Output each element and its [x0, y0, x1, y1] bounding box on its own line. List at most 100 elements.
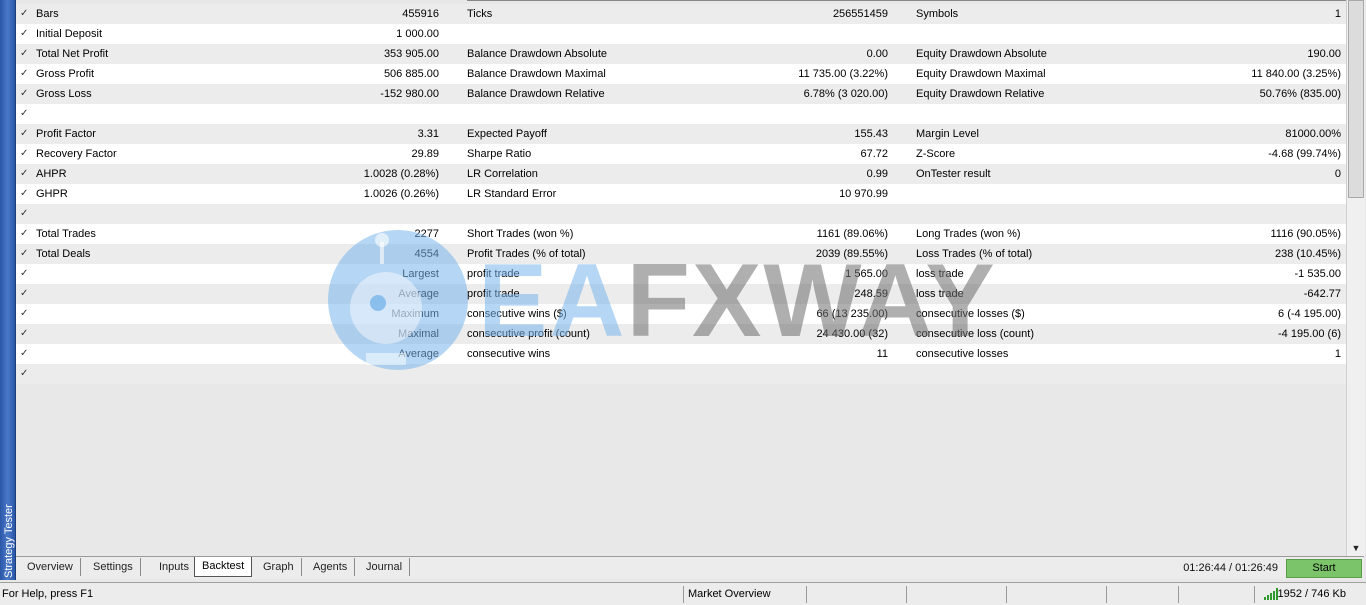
check-icon[interactable]: ✓ [20, 204, 32, 224]
metric-value-1: 2277 [414, 228, 439, 240]
metric-value-2 [716, 104, 888, 124]
metric-value-1: 29.89 [411, 148, 439, 160]
table-row: ✓ [16, 104, 1346, 124]
metric-label-1: Recovery Factor [36, 148, 117, 160]
metric-value-1: 353 905.00 [383, 48, 439, 60]
metric-value-3 [1116, 24, 1341, 44]
metric-value-1: -152 980.00 [380, 88, 439, 100]
elapsed-time: 01:26:44 / 01:26:49 [1183, 562, 1278, 574]
table-row: ✓ Profit Factor 3.31 Expected Payoff 155.43 M… [16, 124, 1346, 144]
metric-value-2: 66 (13 235.00) [816, 308, 888, 320]
metric-value-2: 11 735.00 (3.22%) [798, 68, 888, 80]
metric-label-1 [36, 104, 196, 124]
check-icon[interactable]: ✓ [20, 244, 32, 264]
metric-label-2: Expected Payoff [467, 128, 547, 140]
tab-settings[interactable]: Settings [86, 558, 141, 576]
table-row: ✓ Bars 455916 Ticks 256551459 Symbols 1 [16, 4, 1346, 24]
metric-label-1: Total Deals [36, 248, 91, 260]
signal-bars-icon [1264, 588, 1278, 600]
table-row: ✓ Maximum consecutive wins ($) 66 (13 235.0… [16, 304, 1346, 324]
metric-value-2: 1 565.00 [845, 268, 888, 280]
check-icon[interactable]: ✓ [20, 284, 32, 304]
metric-label-2: LR Correlation [467, 168, 538, 180]
tab-journal[interactable]: Journal [359, 558, 411, 576]
check-icon[interactable]: ✓ [20, 224, 32, 244]
metric-value-2: 0.99 [866, 168, 888, 180]
table-row: ✓ Average profit trade 248.59 loss trade -642… [16, 284, 1346, 304]
check-icon[interactable]: ✓ [20, 184, 32, 204]
metric-label-1 [36, 364, 196, 384]
status-divider [1254, 586, 1255, 603]
metric-value-1: 4554 [414, 248, 439, 260]
metric-value-1: 1.0028 (0.28%) [363, 168, 439, 180]
metric-label-1: Gross Profit [36, 68, 95, 80]
tab-overview[interactable]: Overview [20, 558, 81, 576]
metric-label-1 [36, 204, 196, 224]
check-icon[interactable]: ✓ [20, 64, 32, 84]
check-icon[interactable]: ✓ [20, 164, 32, 184]
status-divider [1106, 586, 1107, 603]
market-overview-status[interactable]: Market Overview [688, 583, 771, 605]
table-row: ✓ Maximal consecutive profit (count) 24 430… [16, 324, 1346, 344]
table-row: ✓ [16, 364, 1346, 384]
metric-value-1: Maximum [391, 308, 439, 320]
vertical-scrollbar[interactable]: ▼ [1346, 0, 1365, 556]
metric-label-1: Bars [36, 8, 59, 20]
metric-label-2 [467, 104, 717, 124]
metric-value-2: 1161 (89.06%) [816, 228, 888, 240]
check-icon[interactable]: ✓ [20, 24, 32, 44]
metric-label-2: LR Standard Error [467, 188, 557, 200]
check-icon[interactable]: ✓ [20, 344, 32, 364]
scrollbar-thumb[interactable] [1348, 0, 1364, 198]
check-icon[interactable]: ✓ [20, 84, 32, 104]
check-icon[interactable]: ✓ [20, 144, 32, 164]
metric-value-2 [716, 364, 888, 384]
metric-value-1: Largest [402, 268, 439, 280]
table-row: ✓ Initial Deposit 1 000.00 [16, 24, 1346, 44]
metric-value-2: 2039 (89.55%) [815, 248, 888, 260]
metric-value-2: 6.78% (3 020.00) [803, 88, 888, 100]
metric-label-2 [467, 24, 717, 44]
table-row: ✓ Total Deals 4554 Profit Trades (% of tota… [16, 244, 1346, 264]
metric-label-2 [467, 204, 717, 224]
metric-value-1: 1 000.00 [396, 28, 439, 40]
check-icon[interactable]: ✓ [20, 324, 32, 344]
metric-label-2: Balance Drawdown Absolute [467, 48, 608, 60]
backtest-report: ✓ Bars 455916 Ticks 256551459 Symbols 1 ✓ Initia… [16, 0, 1346, 556]
tab-backtest[interactable]: Backtest [194, 557, 253, 577]
metric-value-3: -4 195.00 (6) [1278, 328, 1341, 340]
metric-label-2: Balance Drawdown Relative [467, 88, 605, 100]
metric-label-1: Total Trades [36, 228, 96, 240]
metric-value-3: 1116 (90.05%) [1270, 228, 1341, 240]
metric-label-1: Gross Loss [36, 88, 92, 100]
metric-value-2: 67.72 [860, 148, 888, 160]
check-icon[interactable]: ✓ [20, 364, 32, 384]
report-top-divider [467, 0, 1346, 1]
status-divider [683, 586, 684, 603]
metric-value-3: 6 (-4 195.00) [1278, 308, 1341, 320]
check-icon[interactable]: ✓ [20, 124, 32, 144]
metric-value-3: 1 [1334, 348, 1341, 360]
check-icon[interactable]: ✓ [20, 264, 32, 284]
table-row: ✓ [16, 204, 1346, 224]
check-icon[interactable]: ✓ [20, 4, 32, 24]
metric-label-2: consecutive profit (count) [467, 328, 590, 340]
metric-value-3 [1116, 204, 1341, 224]
tab-agents[interactable]: Agents [306, 558, 356, 576]
tab-graph[interactable]: Graph [256, 558, 302, 576]
check-icon[interactable]: ✓ [20, 44, 32, 64]
table-row: ✓ GHPR 1.0026 (0.26%) LR Standard Error 10 9… [16, 184, 1346, 204]
metric-label-2: Sharpe Ratio [467, 148, 532, 160]
status-divider [1006, 586, 1007, 603]
tab-inputs[interactable]: Inputs [152, 558, 197, 576]
table-row: ✓ Average consecutive wins 11 consecutive lo… [16, 344, 1346, 364]
metric-value-2 [716, 24, 888, 44]
metric-value-3: 1 [1334, 8, 1341, 20]
start-button[interactable]: Start [1286, 559, 1362, 578]
metric-value-2: 24 430.00 (32) [816, 328, 888, 340]
metric-value-3: 0 [1334, 168, 1341, 180]
check-icon[interactable]: ✓ [20, 104, 32, 124]
check-icon[interactable]: ✓ [20, 304, 32, 324]
chevron-down-icon[interactable]: ▼ [1348, 541, 1364, 555]
metric-label-1: GHPR [36, 188, 68, 200]
